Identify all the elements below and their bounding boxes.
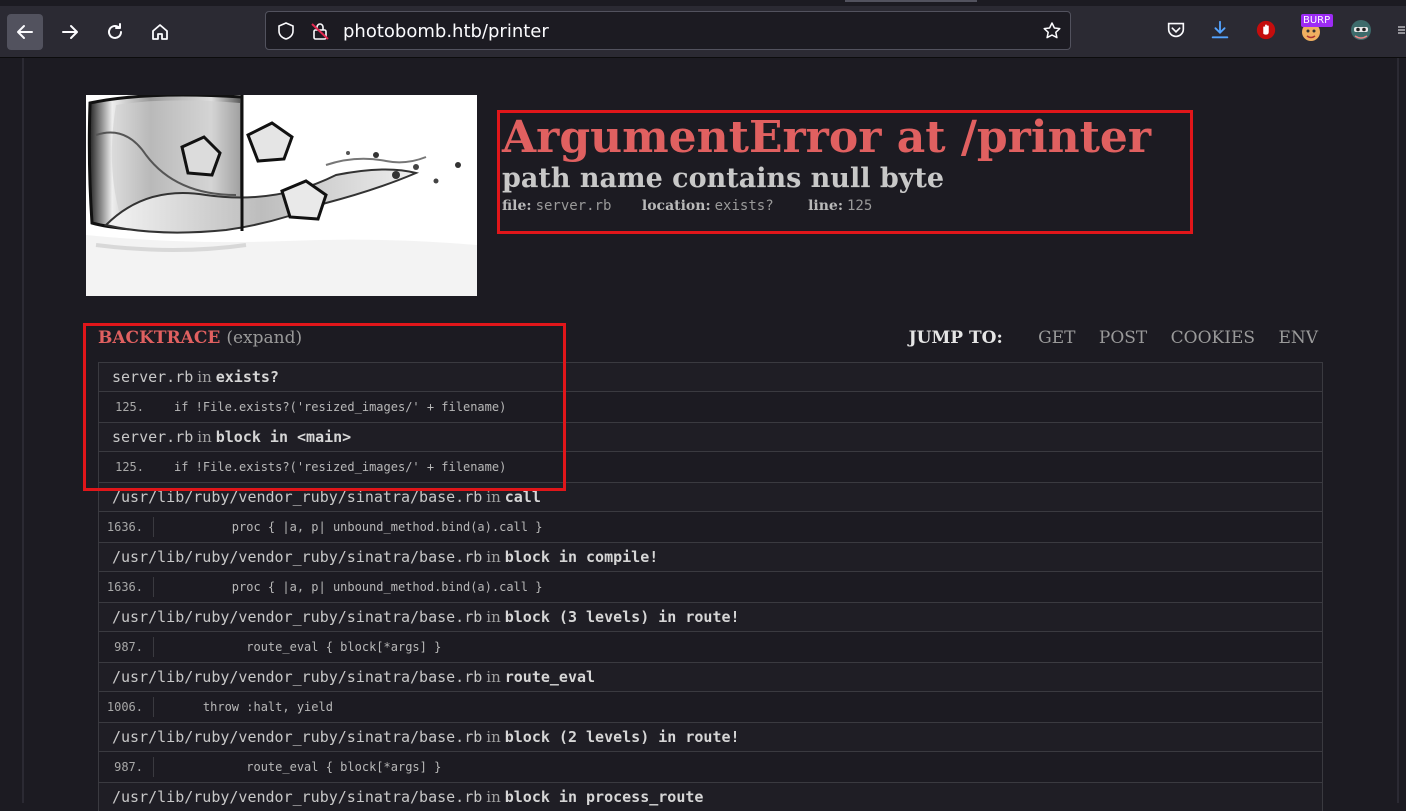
downloads-button[interactable]	[1208, 18, 1232, 42]
backtrace-code-line: 1636. proc { |a, p| unbound_method.bind(…	[98, 571, 1323, 602]
glass-splash-illustration	[86, 95, 477, 296]
code-line-number: 1636.	[99, 517, 154, 537]
bookmark-star-icon[interactable]	[1042, 21, 1062, 41]
frame-in: in	[486, 728, 501, 746]
download-icon	[1211, 20, 1229, 39]
profile-extension-button[interactable]	[1349, 18, 1373, 42]
backtrace-code-line: 1006. throw :halt, yield	[98, 691, 1323, 722]
backtrace-frame[interactable]: /usr/lib/ruby/vendor_ruby/sinatra/base.r…	[98, 602, 1323, 631]
code-source: route_eval { block[*args] }	[246, 760, 442, 774]
location-label: location:	[641, 198, 711, 214]
backtrace-frame[interactable]: /usr/lib/ruby/vendor_ruby/sinatra/base.r…	[98, 722, 1323, 751]
code-line-number: 987.	[99, 637, 154, 657]
frame-in: in	[486, 608, 501, 626]
tab-edge[interactable]	[845, 0, 977, 2]
jump-link-env[interactable]: ENV	[1278, 328, 1318, 348]
backtrace-code-line: 1636. proc { |a, p| unbound_method.bind(…	[98, 511, 1323, 542]
home-icon	[152, 24, 168, 40]
code-source: proc { |a, p| unbound_method.bind(a).cal…	[231, 580, 543, 594]
back-button[interactable]	[7, 14, 43, 50]
home-button[interactable]	[142, 14, 178, 50]
code-line-number: 1006.	[99, 697, 154, 717]
jump-link-cookies[interactable]: COOKIES	[1171, 328, 1255, 348]
arrow-right-icon	[62, 25, 78, 39]
frame-function: block in compile!	[504, 548, 659, 566]
ublock-icon	[1256, 20, 1276, 40]
code-source: proc { |a, p| unbound_method.bind(a).cal…	[231, 520, 543, 534]
frame-function: route_eval	[504, 668, 596, 686]
pocket-icon	[1167, 22, 1185, 38]
reload-button[interactable]	[97, 14, 133, 50]
url-text[interactable]: photobomb.htb/printer	[343, 21, 549, 42]
insecure-lock-icon[interactable]	[310, 21, 330, 41]
error-meta: file: server.rb location: exists? line: 125	[502, 198, 872, 214]
backtrace-frame[interactable]: /usr/lib/ruby/vendor_ruby/sinatra/base.r…	[98, 782, 1323, 811]
frame-file: /usr/lib/ruby/vendor_ruby/sinatra/base.r…	[112, 788, 483, 806]
code-text: throw :halt, yield	[154, 700, 333, 714]
backtrace-frame[interactable]: /usr/lib/ruby/vendor_ruby/sinatra/base.r…	[98, 542, 1323, 571]
jump-to-label: JUMP TO:	[908, 328, 1003, 348]
code-line-number: 987.	[99, 757, 154, 777]
code-line-number: 1636.	[99, 577, 154, 597]
backtrace-code-line: 987. route_eval { block[*args] }	[98, 751, 1323, 782]
jump-link-get[interactable]: GET	[1038, 328, 1075, 348]
code-text: proc { |a, p| unbound_method.bind(a).cal…	[154, 580, 543, 594]
code-text: proc { |a, p| unbound_method.bind(a).cal…	[154, 520, 543, 534]
frame-function: block in process_route	[504, 788, 704, 806]
ublock-extension-button[interactable]	[1254, 18, 1278, 42]
backtrace-frame[interactable]: /usr/lib/ruby/vendor_ruby/sinatra/base.r…	[98, 662, 1323, 691]
profile-avatar-icon	[1351, 20, 1371, 40]
line-value: 125	[846, 198, 873, 214]
pocket-button[interactable]	[1164, 18, 1188, 42]
jump-link-post[interactable]: POST	[1099, 328, 1147, 348]
code-text: route_eval { block[*args] }	[154, 640, 441, 654]
backtrace-code-line: 987. route_eval { block[*args] }	[98, 631, 1323, 662]
backtrace-highlight-box	[83, 323, 566, 491]
frame-file: /usr/lib/ruby/vendor_ruby/sinatra/base.r…	[112, 668, 483, 686]
frame-in: in	[486, 548, 501, 566]
frame-file: /usr/lib/ruby/vendor_ruby/sinatra/base.r…	[112, 728, 483, 746]
location-value: exists?	[714, 198, 774, 214]
browser-toolbar: photobomb.htb/printer BURP	[0, 0, 1406, 58]
sinatra-logo-image	[86, 95, 477, 296]
frame-file: /usr/lib/ruby/vendor_ruby/sinatra/base.r…	[112, 608, 483, 626]
shield-icon[interactable]	[277, 22, 295, 40]
error-title: ArgumentError at /printer	[502, 112, 1152, 163]
jump-to-nav: JUMP TO: GET POST COOKIES ENV	[909, 328, 1318, 348]
frame-function: block (3 levels) in route!	[504, 608, 740, 626]
frame-in: in	[486, 788, 501, 806]
hamburger-menu-icon	[1398, 26, 1405, 34]
app-menu-button[interactable]	[1394, 18, 1406, 42]
forward-button[interactable]	[52, 14, 88, 50]
code-source: throw :halt, yield	[202, 700, 333, 714]
frame-file: /usr/lib/ruby/vendor_ruby/sinatra/base.r…	[112, 548, 483, 566]
code-text: route_eval { block[*args] }	[154, 760, 441, 774]
tab-strip	[0, 0, 1406, 6]
file-value: server.rb	[535, 198, 612, 214]
file-label: file:	[502, 198, 532, 214]
code-source: route_eval { block[*args] }	[246, 640, 442, 654]
frame-in: in	[486, 668, 501, 686]
arrow-left-icon	[17, 25, 33, 39]
line-label: line:	[808, 198, 843, 214]
address-bar[interactable]: photobomb.htb/printer	[265, 11, 1071, 50]
frame-function: block (2 levels) in route!	[504, 728, 740, 746]
reload-icon	[108, 23, 122, 39]
burp-badge: BURP	[1301, 14, 1333, 27]
error-message: path name contains null byte	[502, 163, 945, 194]
